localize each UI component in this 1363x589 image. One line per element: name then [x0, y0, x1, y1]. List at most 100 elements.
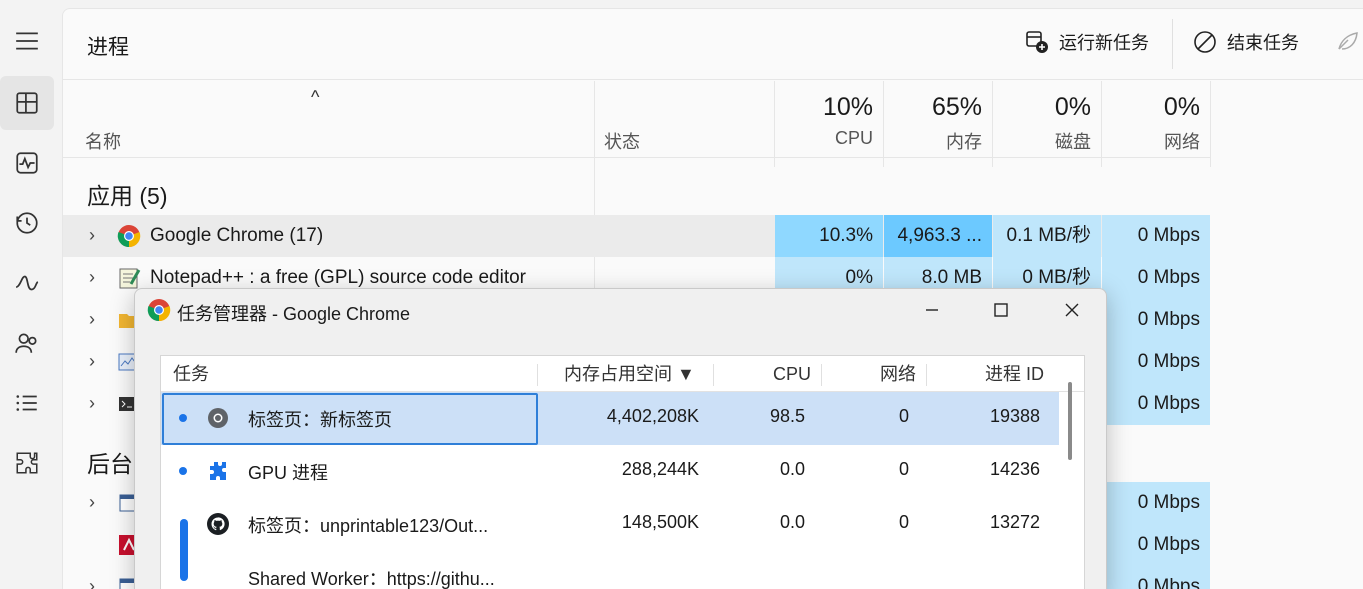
network-cell: 0 Mbps [1102, 383, 1210, 425]
network-cell: 0 Mbps [1102, 215, 1210, 257]
expand-chevron-icon[interactable]: › [89, 393, 95, 414]
nav-app-history[interactable] [0, 196, 54, 250]
task-dot [179, 467, 187, 475]
services-icon [16, 452, 38, 474]
expand-chevron-icon[interactable]: › [89, 309, 95, 330]
network-cell: 0 Mbps [1102, 566, 1210, 589]
chrome-icon [147, 299, 171, 322]
efficiency-mode-button[interactable] [1336, 29, 1360, 53]
column-status[interactable]: 状态 [604, 128, 640, 154]
maximize-button[interactable] [966, 289, 1036, 331]
network-label: 网络 [1164, 132, 1200, 152]
network-cell: 0 Mbps [1102, 341, 1210, 383]
header-task[interactable]: 任务 [173, 356, 209, 392]
disk-cell: 0.1 MB/秒 [993, 215, 1101, 257]
cpu-label: CPU [834, 128, 873, 148]
task-network: 0 [898, 512, 909, 532]
column-memory[interactable]: 65% 内存 [884, 93, 992, 154]
memory-total: 65% [931, 93, 982, 121]
github-icon [207, 513, 229, 535]
expand-chevron-icon[interactable]: › [89, 351, 95, 372]
header-separator [821, 364, 822, 386]
network-cell: 0 Mbps [1102, 482, 1210, 524]
puzzle-piece-icon [210, 462, 226, 480]
expand-chevron-icon[interactable]: › [89, 492, 95, 513]
nav-performance[interactable] [0, 136, 54, 190]
details-icon [16, 395, 37, 411]
disk-label: 磁盘 [1055, 132, 1091, 152]
disk-total: 0% [1054, 93, 1091, 121]
column-header-row: ^ 名称 状态 10% CPU 65% 内存 0% 磁盘 0% 网络 [63, 81, 1210, 158]
nav-processes[interactable] [0, 76, 54, 130]
close-button[interactable] [1037, 289, 1107, 331]
column-divider [1210, 81, 1211, 167]
column-divider [992, 81, 993, 167]
nav-details[interactable] [0, 376, 54, 430]
task-row-shared-worker[interactable]: Shared Worker：https://githu... [161, 551, 1059, 589]
task-dot [179, 414, 187, 422]
column-disk[interactable]: 0% 磁盘 [993, 93, 1101, 154]
header-cpu[interactable]: CPU [773, 356, 811, 392]
task-table-header: 任务 内存占用空间 ▼ CPU 网络 进程 ID [161, 356, 1084, 392]
task-cpu: 0.0 [779, 459, 805, 479]
network-total: 0% [1163, 93, 1200, 121]
run-new-task-icon [1026, 31, 1048, 53]
menu-icon [16, 32, 38, 50]
group-apps: 应用 (5) [87, 183, 168, 209]
column-name[interactable]: 名称 [85, 128, 121, 154]
memory-label: 内存 [946, 132, 982, 152]
run-new-task-button[interactable]: 运行新任务 [1025, 29, 1149, 55]
network-cell: 0 Mbps [1102, 257, 1210, 299]
nav-users[interactable] [0, 316, 54, 370]
menu-button[interactable] [0, 14, 54, 68]
end-task-button[interactable]: 结束任务 [1193, 29, 1299, 55]
column-network[interactable]: 0% 网络 [1102, 93, 1210, 154]
process-name: Notepad++ : a free (GPL) source code edi… [150, 267, 526, 288]
task-cpu: 0.0 [779, 512, 805, 532]
chrome-icon [117, 225, 141, 248]
column-divider [883, 81, 884, 167]
run-new-task-label: 运行新任务 [1059, 33, 1149, 53]
task-cpu: 98.5 [769, 406, 805, 426]
column-cpu[interactable]: 10% CPU [775, 93, 883, 149]
end-task-icon [1194, 31, 1216, 53]
toolbar: 进程 运行新任务 结束任务 [63, 9, 1363, 80]
cpu-total: 10% [822, 93, 873, 121]
navigation-rail [0, 0, 60, 589]
sort-indicator[interactable]: ^ [311, 87, 319, 108]
network-cell: 0 Mbps [1102, 299, 1210, 341]
task-pid: 14236 [989, 459, 1040, 479]
nav-services[interactable] [0, 436, 54, 490]
processes-icon [16, 92, 38, 114]
task-row-new-tab[interactable]: 标签页：新标签页 4,402,208K 98.5 0 19388 [161, 392, 1059, 445]
task-name: GPU 进程 [248, 463, 329, 483]
cpu-cell: 10.3% [775, 215, 883, 257]
close-icon [1065, 303, 1079, 317]
task-memory: 4,402,208K [606, 406, 699, 426]
task-network: 0 [898, 406, 909, 426]
task-pid: 19388 [989, 406, 1040, 426]
task-row-gpu[interactable]: GPU 进程 288,244K 0.0 0 14236 [161, 445, 1059, 498]
expand-chevron-icon[interactable]: › [89, 267, 95, 288]
process-row-chrome[interactable]: › Google Chrome (17) 10.3% 4,963.3 ... 0… [63, 215, 1210, 257]
expand-chevron-icon[interactable]: › [89, 576, 95, 589]
task-name: 标签页：新标签页 [248, 410, 392, 430]
minimize-button[interactable] [897, 289, 967, 331]
scrollbar[interactable] [1068, 382, 1072, 460]
task-memory: 148,500K [621, 512, 699, 532]
window-title: 任务管理器 - Google Chrome [177, 304, 411, 324]
header-memory[interactable]: 内存占用空间 ▼ [564, 356, 695, 392]
toolbar-separator [1172, 19, 1173, 69]
header-network[interactable]: 网络 [880, 356, 916, 392]
leaf-icon [1338, 32, 1358, 50]
performance-icon [16, 152, 38, 174]
page-title: 进程 [87, 36, 129, 59]
expand-chevron-icon[interactable]: › [89, 225, 95, 246]
column-divider [1101, 81, 1102, 167]
end-task-label: 结束任务 [1227, 33, 1299, 53]
task-row-github[interactable]: 标签页：unprintable123/Out... 148,500K 0.0 0… [161, 498, 1059, 551]
column-divider [774, 81, 775, 167]
header-pid[interactable]: 进程 ID [985, 356, 1044, 392]
nav-startup-apps[interactable] [0, 256, 54, 310]
maximize-icon [994, 303, 1008, 317]
